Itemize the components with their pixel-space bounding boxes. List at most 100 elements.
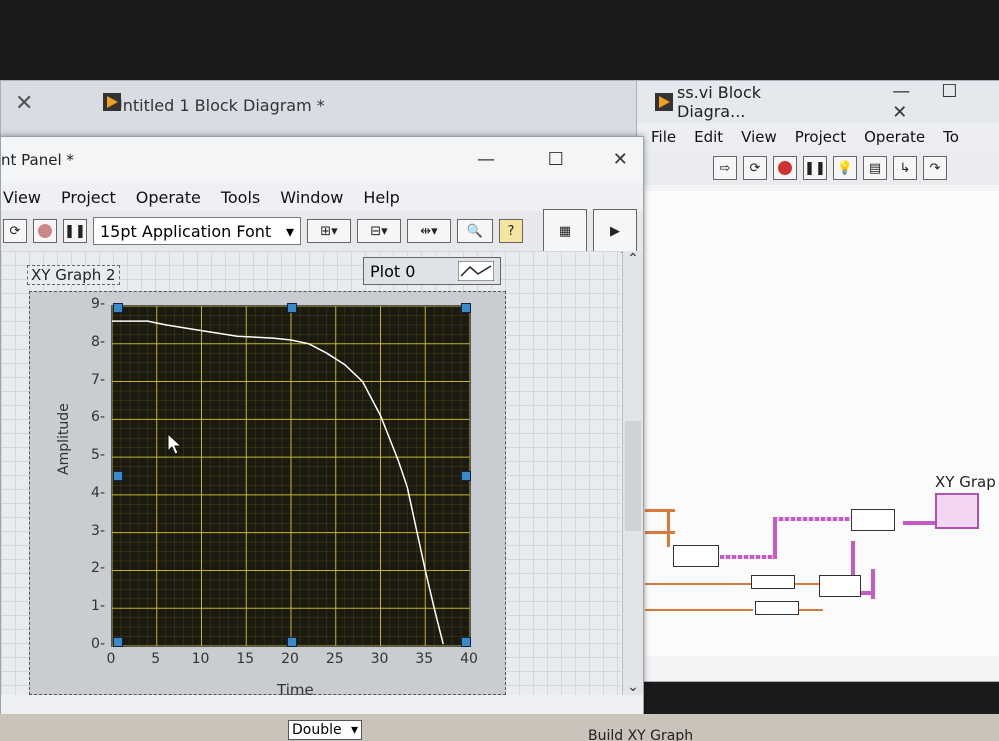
menu-view[interactable]: View: [3, 188, 41, 207]
wire-orange: [645, 583, 753, 585]
wire-pink: [773, 517, 777, 559]
legend-label: Plot 0: [370, 261, 416, 281]
x-axis-label: Time: [277, 681, 314, 699]
menu-project[interactable]: Project: [61, 188, 116, 207]
resize-handle[interactable]: [287, 303, 297, 313]
menu-project[interactable]: Project: [795, 128, 846, 146]
menu-help[interactable]: Help: [363, 188, 399, 207]
array-constant-node[interactable]: [751, 575, 795, 589]
x-tick-label: 30: [370, 651, 389, 667]
menu-bar: View Project Operate Tools Window Help: [1, 183, 643, 211]
graph-label[interactable]: XY Graph 2: [27, 265, 120, 285]
pause-icon[interactable]: ❚❚: [803, 156, 827, 180]
window-titlebar: ss.vi Block Diagra... — ☐ ✕: [637, 81, 999, 123]
toolbar: ⟳ ❚❚ 15pt Application Font ▾ ⊞▾ ⊟▾ ⇹▾ 🔍 …: [1, 209, 643, 253]
resize-handle[interactable]: [461, 637, 471, 647]
xy-graph-terminal[interactable]: [935, 493, 979, 529]
window-title: ss.vi Block Diagra...: [677, 83, 762, 121]
y-tick-label: 9-: [91, 296, 105, 312]
plot-legend[interactable]: Plot 0: [363, 257, 501, 285]
menu-tools[interactable]: To: [943, 128, 959, 146]
menu-tools[interactable]: Tools: [221, 188, 260, 207]
connector-pane-icon[interactable]: ▦: [543, 209, 587, 253]
y-tick-label: 5-: [91, 447, 105, 464]
bundle-node[interactable]: [673, 545, 719, 567]
step-over-icon[interactable]: ↷: [923, 156, 947, 180]
representation-value: Double: [292, 722, 342, 738]
menu-window[interactable]: Window: [280, 188, 343, 207]
window-title: Untitled 1 Block Diagram *: [111, 95, 325, 115]
window-title: nt Panel *: [1, 151, 74, 169]
align-objects-icon[interactable]: ⊞▾: [307, 219, 351, 243]
vi-icon[interactable]: ▶: [593, 209, 637, 253]
menu-edit[interactable]: Edit: [694, 128, 723, 146]
x-tick-label: 20: [281, 651, 299, 667]
maximize-icon[interactable]: ☐: [548, 149, 564, 170]
retain-wire-values-icon[interactable]: ▤: [863, 156, 887, 180]
run-continuous-icon[interactable]: ⟳: [3, 219, 27, 243]
labview-icon: [103, 93, 121, 111]
x-tick-label: 25: [325, 651, 344, 667]
menu-file[interactable]: File: [651, 128, 676, 146]
minimize-icon[interactable]: —: [892, 81, 910, 102]
representation-dropdown[interactable]: Double ▾: [288, 720, 362, 740]
plot-area[interactable]: [111, 305, 471, 647]
wire-orange: [667, 509, 670, 547]
wire-orange: [795, 609, 823, 611]
x-tick-label: 5: [151, 651, 161, 667]
close-icon[interactable]: ✕: [892, 102, 907, 123]
menu-operate[interactable]: Operate: [864, 128, 925, 146]
chevron-down-icon: ▾: [350, 722, 358, 738]
build-array-node[interactable]: [851, 509, 895, 531]
resize-handle[interactable]: [113, 303, 123, 313]
resize-objects-icon[interactable]: ⇹▾: [407, 219, 451, 243]
vertical-scrollbar[interactable]: ⌃ ⌄: [622, 251, 643, 695]
block-diagram-canvas[interactable]: XY Grap: [645, 191, 999, 656]
menu-view[interactable]: View: [741, 128, 777, 146]
chevron-up-icon[interactable]: ⌃: [623, 251, 643, 267]
labview-icon: [655, 93, 673, 111]
abort-icon[interactable]: [773, 156, 797, 180]
step-into-icon[interactable]: ↳: [893, 156, 917, 180]
resize-handle[interactable]: [113, 471, 123, 481]
close-icon[interactable]: ✕: [15, 91, 33, 116]
scrollbar-thumb[interactable]: [625, 421, 641, 531]
wire-pink: [720, 555, 775, 559]
distribute-objects-icon[interactable]: ⊟▾: [357, 219, 401, 243]
array-constant-node[interactable]: [755, 601, 799, 615]
maximize-icon[interactable]: ☐: [941, 81, 957, 102]
menu-operate[interactable]: Operate: [136, 188, 201, 207]
chevron-down-icon[interactable]: ⌄: [623, 679, 643, 695]
xy-graph-terminal-label: XY Grap: [935, 473, 996, 491]
resize-handle[interactable]: [461, 303, 471, 313]
wire-orange: [645, 609, 753, 611]
bundle-node[interactable]: [819, 575, 861, 597]
run-arrow-icon[interactable]: ⇨: [713, 156, 737, 180]
minimize-icon[interactable]: —: [477, 149, 495, 170]
search-icon[interactable]: 🔍: [457, 219, 493, 243]
highlight-execution-icon[interactable]: 💡: [833, 156, 857, 180]
front-panel-window[interactable]: nt Panel * — ☐ ✕ View Project Operate To…: [0, 136, 644, 718]
wire-pink: [871, 569, 875, 599]
run-continuous-icon[interactable]: ⟳: [743, 156, 767, 180]
block-diagram-window-2[interactable]: ss.vi Block Diagra... — ☐ ✕ File Edit Vi…: [636, 80, 999, 682]
resize-handle[interactable]: [461, 471, 471, 481]
x-tick-label: 0: [106, 651, 116, 667]
y-tick-label: 0-: [91, 636, 105, 652]
abort-icon[interactable]: [33, 219, 57, 243]
help-icon[interactable]: ?: [499, 219, 523, 243]
pause-icon[interactable]: ❚❚: [63, 219, 87, 243]
window-titlebar: nt Panel * — ☐ ✕: [1, 137, 643, 183]
menu-bar: File Edit View Project Operate To: [637, 123, 999, 151]
bottom-strip: Double ▾ Build XY Graph: [0, 714, 999, 741]
toolbar: ⇨ ⟳ ❚❚ 💡 ▤ ↳ ↷: [637, 151, 999, 185]
series-line: [112, 320, 444, 645]
plot-line-icon: [458, 261, 494, 281]
resize-handle[interactable]: [113, 637, 123, 647]
close-icon[interactable]: ✕: [613, 149, 628, 170]
resize-handle[interactable]: [287, 637, 297, 647]
wire-pink: [773, 517, 853, 521]
cursor-arrow-icon: [167, 433, 183, 455]
font-selector[interactable]: 15pt Application Font ▾: [93, 217, 301, 245]
y-tick-label: 4-: [91, 484, 105, 501]
